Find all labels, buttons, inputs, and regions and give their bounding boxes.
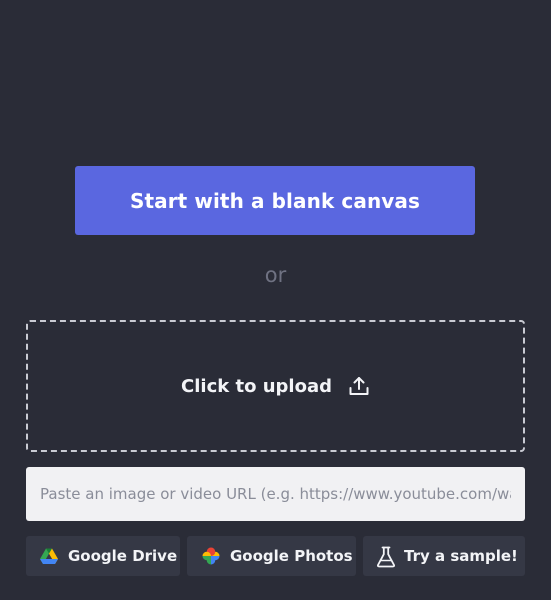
google-photos-icon [201,546,221,566]
or-divider-text: or [264,263,287,287]
google-drive-button[interactable]: Google Drive [26,536,180,576]
google-photos-label: Google Photos [230,547,353,565]
upload-label: Click to upload [181,375,332,397]
upload-dropzone[interactable]: Click to upload [26,320,525,452]
try-sample-label: Try a sample! [404,547,518,565]
google-photos-button[interactable]: Google Photos [187,536,356,576]
flask-icon [376,546,396,568]
upload-icon [348,375,370,397]
try-sample-button[interactable]: Try a sample! [363,536,525,576]
google-drive-icon [39,546,59,566]
media-url-input[interactable] [26,467,525,521]
google-drive-label: Google Drive [68,547,178,565]
import-sources-row: Google Drive Google Photos Try a sample! [26,536,525,576]
start-blank-canvas-button[interactable]: Start with a blank canvas [75,166,475,235]
